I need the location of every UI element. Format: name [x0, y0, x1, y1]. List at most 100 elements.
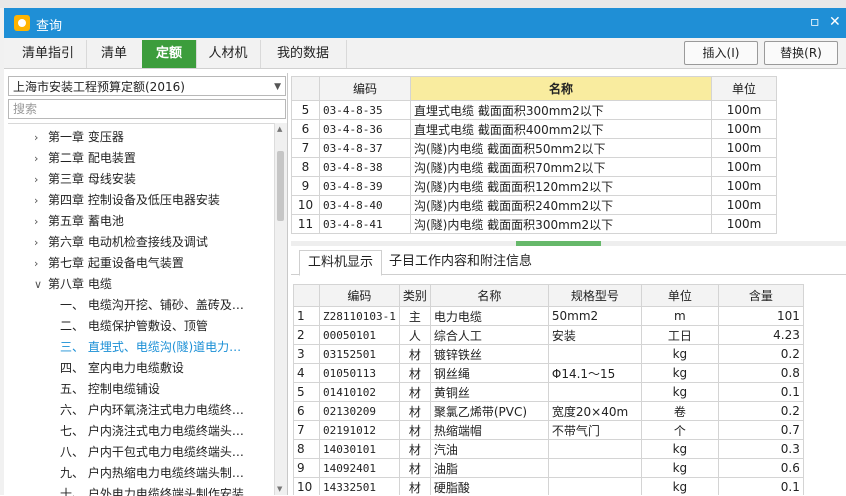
tree-item[interactable]: 一、 电缆沟开挖、铺砂、盖砖及…: [60, 295, 244, 316]
table-cell: 7: [291, 138, 320, 158]
dropdown-caret-icon: ▼: [274, 82, 281, 92]
chevron-right-icon[interactable]: ›: [34, 148, 48, 169]
tab-quota[interactable]: 定额: [142, 40, 197, 68]
table-row[interactable]: 9 14092401 材油脂 kg 0.6: [293, 458, 804, 478]
tab-labor-material-machine[interactable]: 人材机: [196, 40, 261, 68]
table-cell: 50mm2: [547, 306, 642, 326]
table-cell: 9: [291, 176, 320, 196]
tree-item[interactable]: › 第一章 变压器: [34, 127, 124, 148]
column-header-name[interactable]: 名称: [410, 76, 712, 101]
tab-my-data[interactable]: 我的数据: [260, 40, 347, 68]
table-cell: 14332501: [319, 477, 400, 495]
table-row[interactable]: 10 14332501 材硬脂酸 kg 0.1: [293, 477, 804, 495]
tree-item-label: 第七章 起重设备电气装置: [48, 256, 184, 270]
insert-button[interactable]: 插入(I): [684, 41, 758, 65]
replace-button[interactable]: 替换(R): [764, 41, 838, 65]
tree-item[interactable]: 二、 电缆保护管敷设、顶管: [60, 316, 208, 337]
restore-icon[interactable]: ▫: [810, 14, 820, 30]
tree-scroll-thumb[interactable]: [277, 151, 284, 221]
column-header-spec[interactable]: 规格型号: [547, 284, 642, 307]
tree-item-label: 三、 直埋式、电缆沟(隧)道电力…: [60, 340, 242, 354]
table-cell: 个: [640, 420, 719, 440]
table-cell: kg: [640, 477, 719, 495]
table-row[interactable]: 1 Z28110103-1 主电力电缆 50mm2 m 101: [293, 306, 804, 326]
tab-resource-display[interactable]: 工料机显示: [299, 250, 383, 276]
tree-item[interactable]: › 第七章 起重设备电气装置: [34, 253, 184, 274]
chevron-right-icon[interactable]: ›: [34, 127, 48, 148]
table-cell: 沟(隧)内电缆 截面面积120mm2以下: [410, 176, 712, 196]
chevron-right-icon[interactable]: ›: [34, 190, 48, 211]
table-cell: 101: [717, 306, 804, 326]
tab-bill-guide[interactable]: 清单指引: [10, 40, 87, 68]
table-row[interactable]: 7 03-4-8-37 沟(隧)内电缆 截面面积50mm2以下 100m: [291, 138, 777, 158]
tree-item[interactable]: › 第二章 配电装置: [34, 148, 136, 169]
tree-item[interactable]: › 第五章 蓄电池: [34, 211, 124, 232]
tree-item[interactable]: 四、 室内电力电缆敷设: [60, 358, 184, 379]
scroll-down-icon[interactable]: ▼: [277, 485, 282, 493]
table-cell: 材: [398, 401, 431, 421]
tree-item[interactable]: › 第六章 电动机检查接线及调试: [34, 232, 208, 253]
table-cell: 不带气门: [547, 420, 642, 440]
tree-item[interactable]: 八、 户内干包式电力电缆终端头…: [60, 442, 244, 463]
table-cell: 直埋式电缆 截面面积300mm2以下: [410, 100, 712, 120]
column-header-category[interactable]: 类别: [398, 284, 431, 307]
chevron-right-icon[interactable]: ›: [34, 232, 48, 253]
table-row[interactable]: 6 03-4-8-36 直埋式电缆 截面面积400mm2以下 100m: [291, 119, 777, 139]
search-input[interactable]: [8, 99, 286, 119]
column-header-code[interactable]: 编码: [319, 76, 411, 101]
column-header-quantity[interactable]: 含量: [717, 284, 804, 307]
table-row[interactable]: 8 03-4-8-38 沟(隧)内电缆 截面面积70mm2以下 100m: [291, 157, 777, 177]
column-header-unit[interactable]: 单位: [640, 284, 719, 307]
table-row[interactable]: 8 14030101 材汽油 kg 0.3: [293, 439, 804, 459]
title-bar: 查询 ▫ ✕: [4, 8, 846, 38]
tree-scrollbar[interactable]: ▲ ▼: [274, 123, 287, 495]
table-row[interactable]: 6 02130209 材聚氯乙烯带(PVC) 宽度20×40m 卷 0.2: [293, 401, 804, 421]
tree-item[interactable]: 十、 户外电力电缆终端头制作安装: [60, 484, 244, 496]
close-icon[interactable]: ✕: [829, 14, 841, 30]
table-row[interactable]: 3 03152501 材镀锌铁丝 kg 0.2: [293, 344, 804, 364]
table-row[interactable]: 9 03-4-8-39 沟(隧)内电缆 截面面积120mm2以下 100m: [291, 176, 777, 196]
main-tabs: 清单指引 清单 定额 人材机 我的数据 插入(I) 替换(R): [4, 38, 846, 69]
column-header-name[interactable]: 名称: [429, 284, 549, 307]
table-cell: 汽油: [429, 439, 549, 459]
table-cell: [547, 439, 642, 459]
table-row[interactable]: 5 03-4-8-35 直埋式电缆 截面面积300mm2以下 100m: [291, 100, 777, 120]
tree-item-label: 六、 户内环氧浇注式电力电缆终…: [60, 403, 244, 417]
table-cell: 安装: [547, 325, 642, 345]
column-header-unit[interactable]: 单位: [711, 76, 777, 101]
tree-item[interactable]: 九、 户内热缩电力电缆终端头制…: [60, 463, 244, 484]
quota-table-scroll-thumb[interactable]: [516, 241, 601, 246]
column-header-code[interactable]: 编码: [319, 284, 400, 307]
quota-library-select[interactable]: 上海市安装工程预算定额(2016) ▼: [8, 76, 286, 96]
quota-table-scrollbar[interactable]: [291, 241, 846, 246]
tree-item[interactable]: ∨ 第八章 电缆: [34, 274, 112, 295]
table-cell: m: [640, 306, 719, 326]
tree-item[interactable]: 三、 直埋式、电缆沟(隧)道电力…: [60, 337, 241, 358]
table-cell: 10: [291, 195, 320, 215]
table-cell: 热缩端帽: [429, 420, 549, 440]
chevron-right-icon[interactable]: ›: [34, 169, 48, 190]
scroll-up-icon[interactable]: ▲: [277, 125, 282, 133]
table-cell: 材: [398, 439, 431, 459]
table-row[interactable]: 2 00050101 人综合人工 安装 工日 4.23: [293, 325, 804, 345]
tree-item-label: 第一章 变压器: [48, 130, 124, 144]
resource-table: 编码 类别 名称 规格型号 单位 含量 1 Z28110103-1 主电力电缆 50m…: [293, 284, 846, 495]
tree-item[interactable]: › 第四章 控制设备及低压电器安装: [34, 190, 220, 211]
tree-item[interactable]: 五、 控制电缆铺设: [60, 379, 160, 400]
tree-item[interactable]: › 第三章 母线安装: [34, 169, 136, 190]
chevron-right-icon[interactable]: ›: [34, 253, 48, 274]
chevron-down-icon[interactable]: ∨: [34, 274, 48, 295]
chevron-right-icon[interactable]: ›: [34, 211, 48, 232]
table-cell: 沟(隧)内电缆 截面面积300mm2以下: [410, 214, 712, 234]
table-row[interactable]: 4 01050113 材钢丝绳 Φ14.1～15 kg 0.8: [293, 363, 804, 383]
tab-bill[interactable]: 清单: [86, 40, 143, 68]
tree-item[interactable]: 六、 户内环氧浇注式电力电缆终…: [60, 400, 244, 421]
table-row[interactable]: 10 03-4-8-40 沟(隧)内电缆 截面面积240mm2以下 100m: [291, 195, 777, 215]
table-cell: 100m: [711, 157, 777, 177]
table-cell: [547, 344, 642, 364]
table-row[interactable]: 11 03-4-8-41 沟(隧)内电缆 截面面积300mm2以下 100m: [291, 214, 777, 234]
table-row[interactable]: 7 02191012 材热缩端帽 不带气门个 0.7: [293, 420, 804, 440]
tab-work-content[interactable]: 子目工作内容和附注信息: [381, 250, 540, 274]
tree-item[interactable]: 七、 户内浇注式电力电缆终端头…: [60, 421, 244, 442]
table-row[interactable]: 5 01410102 材黄铜丝 kg 0.1: [293, 382, 804, 402]
